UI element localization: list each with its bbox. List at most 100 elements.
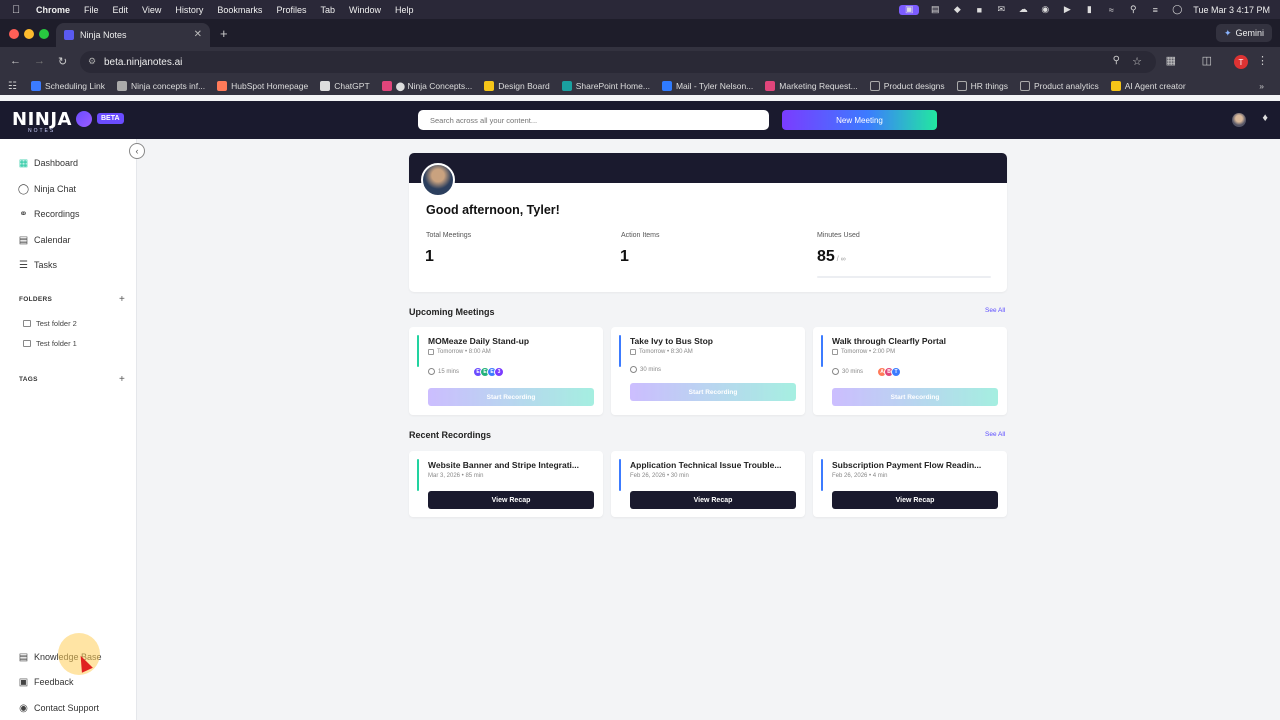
start-recording-button[interactable]: Start Recording: [428, 388, 594, 406]
bookmark-item[interactable]: HubSpot Homepage: [217, 81, 308, 91]
meeting-duration: 15 mins: [428, 368, 459, 375]
sidebar-item-calendar[interactable]: ▤ Calendar: [18, 232, 71, 248]
bookmark-folder[interactable]: Product designs: [869, 81, 945, 91]
menubar-clock[interactable]: Tue Mar 3 4:17 PM: [1193, 5, 1270, 15]
view-recap-button[interactable]: View Recap: [630, 491, 796, 509]
greeting-heading: Good afternoon, Tyler!: [426, 203, 560, 217]
bookmark-star-icon[interactable]: ☆: [1132, 55, 1142, 68]
menu-edit[interactable]: Edit: [113, 5, 129, 15]
minimize-window-icon[interactable]: [24, 29, 34, 39]
eye-icon[interactable]: ◉: [1039, 4, 1051, 15]
upcoming-meeting-card[interactable]: Take Ivy to Bus Stop Tomorrow • 8:30 AM …: [611, 327, 805, 415]
bookmark-item[interactable]: Scheduling Link: [30, 81, 105, 91]
add-folder-icon[interactable]: +: [119, 294, 125, 305]
apps-grid-icon[interactable]: ☷: [8, 81, 17, 92]
new-meeting-button[interactable]: New Meeting: [782, 110, 937, 130]
recording-card[interactable]: Application Technical Issue Trouble... F…: [611, 451, 805, 517]
chrome-icon[interactable]: ◯: [1171, 4, 1183, 15]
apple-icon[interactable]: : [12, 4, 26, 16]
upcoming-meeting-card[interactable]: Walk through Clearfly Portal Tomorrow • …: [813, 327, 1007, 415]
cloud-icon[interactable]: ☁: [1017, 4, 1029, 15]
more-bookmarks-icon[interactable]: »: [1259, 81, 1264, 91]
folder-item[interactable]: Test folder 1: [23, 339, 77, 348]
recording-card[interactable]: Website Banner and Stripe Integrati... M…: [409, 451, 603, 517]
attendee-avatars: E E E 3: [473, 367, 504, 377]
site-info-icon[interactable]: ⚙: [88, 56, 96, 67]
menu-app-name[interactable]: Chrome: [36, 5, 70, 15]
profile-avatar[interactable]: T: [1234, 55, 1248, 69]
view-recap-button[interactable]: View Recap: [832, 491, 998, 509]
menu-tab[interactable]: Tab: [320, 5, 335, 15]
menu-profiles[interactable]: Profiles: [276, 5, 306, 15]
search-input[interactable]: [418, 110, 769, 130]
menu-history[interactable]: History: [175, 5, 203, 15]
menu-window[interactable]: Window: [349, 5, 381, 15]
mail-icon[interactable]: ✉: [995, 4, 1007, 15]
view-recap-button[interactable]: View Recap: [428, 491, 594, 509]
sidebar-item-feedback[interactable]: ▣ Feedback: [18, 674, 74, 690]
bookmark-item[interactable]: Marketing Request...: [765, 81, 858, 91]
welcome-card: Good afternoon, Tyler! Total Meetings 1 …: [409, 153, 1007, 292]
see-all-recordings-link[interactable]: See All: [985, 431, 1005, 438]
gemini-button[interactable]: ✦ Gemini: [1215, 24, 1272, 42]
bookmark-folder[interactable]: Product analytics: [1019, 81, 1099, 91]
clock-icon: [428, 368, 435, 375]
bookmark-item[interactable]: ChatGPT: [320, 81, 370, 91]
recording-meta: Mar 3, 2026 • 85 min: [428, 473, 484, 479]
wifi-icon[interactable]: ≈: [1105, 5, 1117, 15]
battery-icon[interactable]: ▮: [1083, 4, 1095, 15]
sidebar-item-label: Contact Support: [34, 703, 100, 713]
more-menu-icon[interactable]: ⋮: [1257, 54, 1268, 67]
start-recording-button[interactable]: Start Recording: [630, 383, 796, 401]
bookmark-item[interactable]: ⬤ Ninja Concepts...: [381, 81, 472, 92]
address-bar[interactable]: ⚙ beta.ninjanotes.ai ⚲ ☆: [80, 51, 1156, 73]
zoom-icon[interactable]: ⚲: [1113, 55, 1120, 66]
collapse-sidebar-icon[interactable]: ‹: [129, 143, 145, 159]
screen-record-icon[interactable]: ▣: [899, 4, 920, 15]
search-icon[interactable]: ⚲: [1127, 4, 1139, 15]
start-recording-button[interactable]: Start Recording: [832, 388, 998, 406]
bell-icon[interactable]: ♦: [1262, 112, 1268, 124]
reload-icon[interactable]: ↻: [58, 55, 67, 68]
new-tab-icon[interactable]: +: [220, 26, 228, 41]
see-all-upcoming-link[interactable]: See All: [985, 307, 1005, 314]
sidebar-item-contact-support[interactable]: ◉ Contact Support: [18, 700, 99, 716]
bookmark-item[interactable]: AI Agent creator: [1110, 81, 1186, 91]
close-window-icon[interactable]: [9, 29, 19, 39]
menu-file[interactable]: File: [84, 5, 99, 15]
sidebar-item-recordings[interactable]: ⚭ Recordings: [18, 206, 79, 222]
maximize-window-icon[interactable]: [39, 29, 49, 39]
sidebar-item-ninja-chat[interactable]: ◯ Ninja Chat: [18, 181, 76, 197]
back-arrow-icon[interactable]: ←: [10, 55, 21, 67]
menu-help[interactable]: Help: [395, 5, 414, 15]
profile-photo[interactable]: [421, 163, 455, 197]
bookmark-label: Product analytics: [1033, 81, 1099, 91]
browser-tab-active[interactable]: Ninja Notes ✕: [56, 23, 210, 47]
user-avatar[interactable]: [1232, 113, 1246, 127]
bookmark-folder[interactable]: HR things: [956, 81, 1008, 91]
add-tag-icon[interactable]: +: [119, 374, 125, 385]
menu-view[interactable]: View: [142, 5, 161, 15]
recording-card[interactable]: Subscription Payment Flow Readin... Feb …: [813, 451, 1007, 517]
play-icon[interactable]: ▶: [1061, 4, 1073, 15]
sidebar-item-tasks[interactable]: ☰ Tasks: [18, 257, 57, 273]
menu-bookmarks[interactable]: Bookmarks: [217, 5, 262, 15]
folder-item[interactable]: Test folder 2: [23, 319, 77, 328]
extensions-icon[interactable]: ▦: [1166, 54, 1176, 67]
upcoming-meeting-card[interactable]: MOMeaze Daily Stand-up Tomorrow • 8:00 A…: [409, 327, 603, 415]
shield-icon[interactable]: ◆: [951, 4, 963, 15]
control-center-icon[interactable]: ≡: [1149, 5, 1161, 15]
ninja-logo[interactable]: NINJA: [12, 109, 72, 130]
bookmark-item[interactable]: SharePoint Home...: [561, 81, 650, 91]
close-tab-icon[interactable]: ✕: [194, 29, 202, 40]
app-icon[interactable]: ■: [973, 5, 985, 15]
bookmark-item[interactable]: Ninja concepts inf...: [116, 81, 205, 91]
sidebar-item-dashboard[interactable]: ▦ Dashboard: [18, 155, 78, 171]
bookmark-item[interactable]: Mail - Tyler Nelson...: [661, 81, 753, 91]
forward-arrow-icon[interactable]: →: [34, 55, 45, 67]
clipboard-icon[interactable]: ▤: [929, 4, 941, 15]
bookmark-item[interactable]: Design Board: [484, 81, 550, 91]
sidepanel-icon[interactable]: ◫: [1202, 54, 1212, 67]
bookmark-label: Design Board: [498, 81, 550, 91]
folder-label: Test folder 2: [36, 319, 77, 328]
